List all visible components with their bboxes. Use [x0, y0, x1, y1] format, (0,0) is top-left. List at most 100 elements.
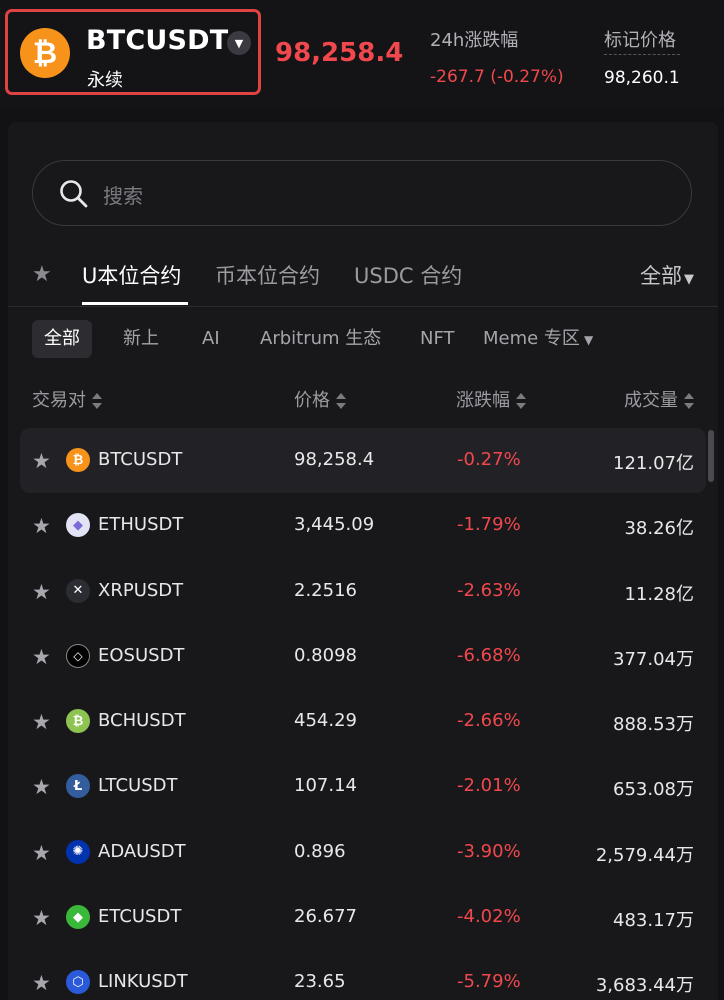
pair-name: XRPUSDT: [98, 579, 184, 601]
header-pair[interactable]: 交易对: [32, 386, 102, 412]
chip-arbitrum[interactable]: Arbitrum 生态: [260, 320, 381, 358]
caret-down-icon: ▼: [684, 272, 694, 287]
table-header: 交易对 价格 涨跌幅 成交量: [8, 386, 718, 416]
star-icon[interactable]: ★: [32, 971, 51, 995]
active-tab-underline: [82, 302, 188, 305]
chip-meme[interactable]: Meme 专区 ▼: [483, 320, 593, 358]
pair-volume: 2,579.44万: [595, 844, 694, 866]
search-input[interactable]: 搜索: [103, 180, 143, 209]
tab-usdc[interactable]: USDC 合约: [354, 260, 462, 290]
pair-price: 98,258.4: [294, 449, 375, 470]
pair-name: LTCUSDT: [98, 775, 178, 797]
header-price[interactable]: 价格: [294, 386, 346, 412]
star-icon[interactable]: ★: [32, 449, 51, 473]
pair-price: 26.677: [294, 906, 357, 928]
pair-volume: 11.28亿: [624, 583, 694, 605]
ticker-header: ₿ BTCUSDT ▼ 永续 98,258.4 24h涨跌幅 -267.7 (-…: [0, 0, 724, 108]
chip-ai[interactable]: AI: [202, 320, 220, 358]
stat-label: 标记价格: [604, 26, 680, 55]
table-row[interactable]: ★ ◆ ETCUSDT 26.677 -4.02% 483.17万: [20, 885, 706, 950]
contract-type: 永续: [87, 70, 123, 91]
all-filter-dropdown[interactable]: 全部 ▼: [640, 260, 694, 290]
header-label: 成交量: [624, 390, 678, 411]
pair-change: -1.79%: [457, 514, 521, 536]
bitcoin-icon: ₿: [20, 28, 70, 78]
pair-list: ★ ₿ BTCUSDT 98,258.4 -0.27% 121.07亿 ★ ◆ …: [20, 428, 706, 1000]
star-icon[interactable]: ★: [32, 710, 51, 734]
pair-price: 454.29: [294, 710, 357, 732]
all-filter-label: 全部: [640, 264, 682, 288]
table-row[interactable]: ★ Ł LTCUSDT 107.14 -2.01% 653.08万: [20, 754, 706, 819]
star-icon[interactable]: ★: [32, 514, 51, 538]
litecoin-icon: Ł: [66, 774, 90, 799]
header-change[interactable]: 涨跌幅: [456, 386, 526, 412]
pair-name: BTCUSDT: [98, 449, 183, 470]
table-row[interactable]: ★ ✺ ADAUSDT 0.896 -3.90% 2,579.44万: [20, 820, 706, 885]
stat-value: 98,260.1: [604, 68, 680, 88]
stat-24h-change: 24h涨跌幅 -267.7 (-0.27%): [430, 26, 564, 87]
pair-volume: 121.07亿: [613, 453, 694, 474]
table-row[interactable]: ★ ₿ BCHUSDT 454.29 -2.66% 888.53万: [20, 689, 706, 754]
header-label: 交易对: [32, 390, 86, 411]
cardano-icon: ✺: [66, 839, 90, 864]
clipped-stat: [717, 26, 724, 86]
star-icon[interactable]: ★: [32, 580, 51, 604]
header-volume[interactable]: 成交量: [624, 386, 694, 412]
pair-change: -5.79%: [457, 971, 521, 993]
table-row[interactable]: ★ ₿ BTCUSDT 98,258.4 -0.27% 121.07亿: [20, 428, 706, 494]
pair-price: 107.14: [294, 775, 357, 797]
caret-down-icon: ▼: [583, 333, 594, 347]
star-icon[interactable]: ★: [32, 775, 51, 799]
pair-name: ETHUSDT: [98, 514, 184, 536]
table-row[interactable]: ★ ⬡ LINKUSDT 23.65 -5.79% 3,683.44万: [20, 950, 706, 1000]
pair-volume: 483.17万: [613, 910, 694, 932]
pair-name: EOSUSDT: [98, 644, 185, 666]
scrollbar-thumb[interactable]: [708, 430, 714, 482]
pair-change: -0.27%: [457, 449, 521, 470]
pair-price: 23.65: [294, 971, 346, 993]
pair-change: -2.66%: [457, 710, 521, 732]
header-label: 价格: [294, 390, 330, 411]
contract-tabs: ★ U本位合约 币本位合约 USDC 合约 全部 ▼: [8, 252, 718, 307]
symbol-selector[interactable]: ₿ BTCUSDT ▼ 永续: [5, 9, 261, 95]
stat-mark-price: 标记价格 98,260.1: [604, 26, 680, 88]
stat-label: 24h涨跌幅: [430, 30, 519, 51]
chip-meme-label: Meme 专区: [483, 328, 580, 349]
tab-coin-margined[interactable]: 币本位合约: [215, 260, 320, 290]
table-row[interactable]: ★ ✕ XRPUSDT 2.2516 -2.63% 11.28亿: [20, 559, 706, 624]
chip-nft[interactable]: NFT: [420, 320, 455, 358]
pair-change: -3.90%: [457, 840, 521, 862]
pair-change: -2.01%: [457, 775, 521, 797]
pair-name: ETCUSDT: [98, 906, 182, 928]
last-price: 98,258.4: [275, 38, 404, 68]
star-icon[interactable]: ★: [32, 841, 51, 865]
eos-icon: ◇: [66, 643, 90, 668]
chip-all[interactable]: 全部: [32, 320, 92, 358]
pair-change: -4.02%: [457, 906, 521, 928]
sort-icon: [516, 393, 526, 409]
ethereum-icon: ◆: [66, 513, 90, 538]
star-icon[interactable]: ★: [32, 645, 51, 669]
sort-icon: [92, 393, 102, 409]
pair-volume: 38.26亿: [624, 518, 694, 540]
symbol-dropdown-panel: 搜索 ★ U本位合约 币本位合约 USDC 合约 全部 ▼ 全部 新上 AI Ar…: [8, 122, 718, 1000]
chevron-down-icon[interactable]: ▼: [227, 31, 251, 55]
search-box[interactable]: 搜索: [32, 160, 692, 226]
pair-name: ADAUSDT: [98, 840, 186, 862]
star-icon[interactable]: ★: [32, 906, 51, 930]
favorites-star-icon[interactable]: ★: [32, 262, 52, 287]
tab-usdt-margined[interactable]: U本位合约: [82, 260, 181, 290]
table-row[interactable]: ★ ◇ EOSUSDT 0.8098 -6.68% 377.04万: [20, 624, 706, 689]
chip-new[interactable]: 新上: [123, 320, 159, 358]
header-label: 涨跌幅: [456, 390, 510, 411]
bitcoin-cash-icon: ₿: [66, 709, 90, 734]
symbol-name: BTCUSDT: [86, 25, 229, 56]
pair-name: LINKUSDT: [98, 971, 188, 993]
pair-change: -6.68%: [457, 644, 521, 666]
xrp-icon: ✕: [66, 578, 90, 603]
table-row[interactable]: ★ ◆ ETHUSDT 3,445.09 -1.79% 38.26亿: [20, 493, 706, 558]
sort-icon: [684, 393, 694, 409]
category-chips: 全部 新上 AI Arbitrum 生态 NFT Meme 专区 ▼: [8, 320, 718, 360]
pair-price: 3,445.09: [294, 514, 375, 536]
sort-icon: [336, 393, 346, 409]
